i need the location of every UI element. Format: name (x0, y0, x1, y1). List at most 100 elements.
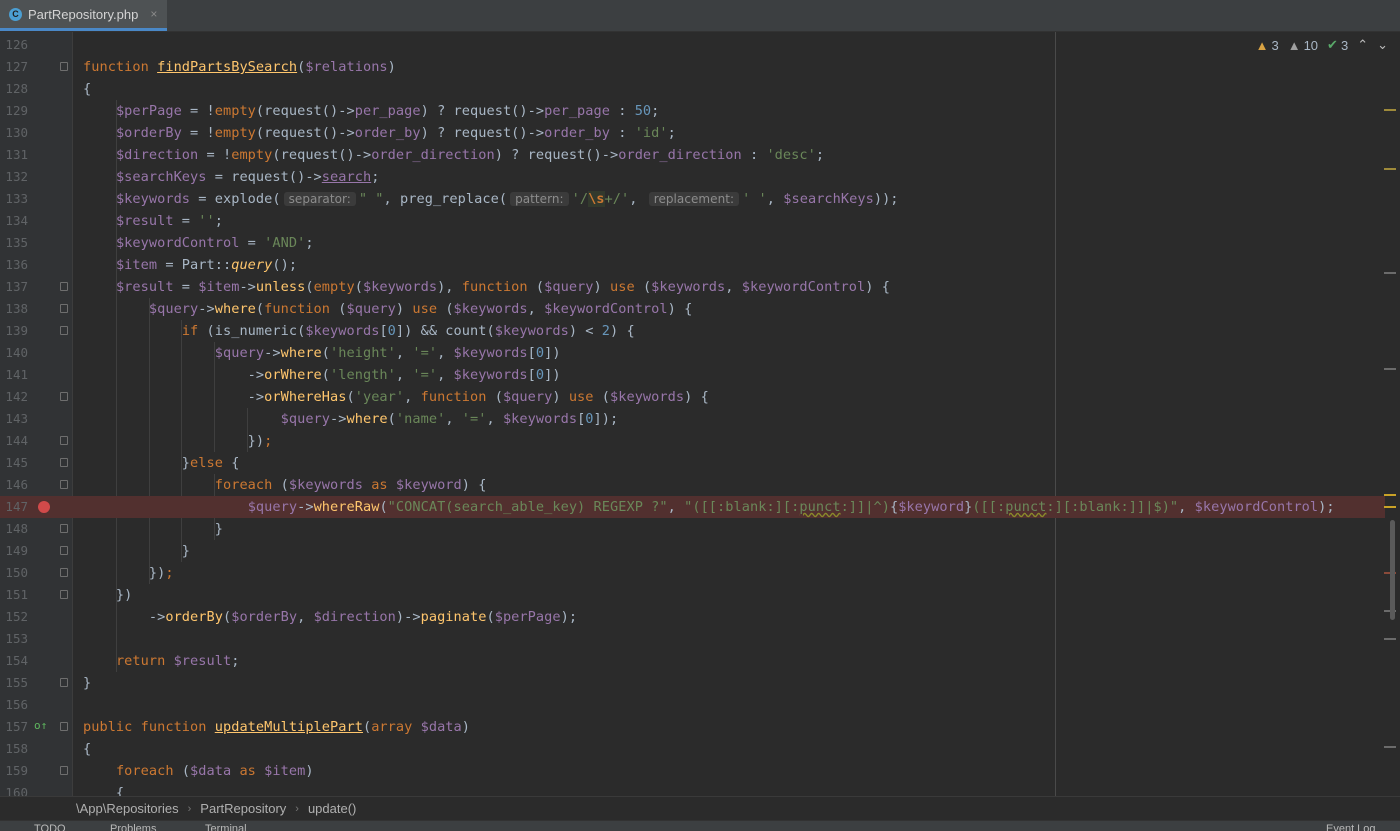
fold-marker-icon[interactable] (60, 590, 68, 599)
code-editor[interactable]: 126 127 function findPartsBySearch($relati… (0, 32, 1400, 796)
fold-marker-icon[interactable] (60, 282, 68, 291)
stripe-marker[interactable] (1384, 168, 1396, 170)
stripe-marker[interactable] (1384, 368, 1396, 370)
code-line[interactable]: 150 }); (0, 562, 1385, 584)
fold-marker-icon[interactable] (60, 436, 68, 445)
line-number[interactable]: 148 (0, 518, 28, 540)
line-number[interactable]: 140 (0, 342, 28, 364)
stripe-marker[interactable] (1384, 494, 1396, 496)
line-number[interactable]: 145 (0, 452, 28, 474)
line-number[interactable]: 141 (0, 364, 28, 386)
breadcrumb-class[interactable]: PartRepository (200, 801, 286, 816)
stripe-marker[interactable] (1384, 746, 1396, 748)
breakpoint-icon[interactable] (38, 501, 50, 513)
vertical-scrollbar[interactable] (1390, 520, 1395, 620)
code-line[interactable]: 148 } (0, 518, 1385, 540)
stripe-marker[interactable] (1384, 272, 1396, 274)
line-number[interactable]: 150 (0, 562, 28, 584)
line-number[interactable]: 153 (0, 628, 28, 650)
line-number[interactable]: 131 (0, 144, 28, 166)
line-number[interactable]: 139 (0, 320, 28, 342)
line-number[interactable]: 155 (0, 672, 28, 694)
error-stripe[interactable] (1384, 32, 1400, 796)
code-line[interactable]: 151 }) (0, 584, 1385, 606)
weak-warnings-count[interactable]: ▲ 10 (1288, 38, 1318, 53)
code-line[interactable]: 134 $result = ''; (0, 210, 1385, 232)
line-number[interactable]: 126 (0, 34, 28, 56)
line-number[interactable]: 142 (0, 386, 28, 408)
line-number[interactable]: 137 (0, 276, 28, 298)
breadcrumb-namespace[interactable]: \App\Repositories (76, 801, 179, 816)
line-number[interactable]: 151 (0, 584, 28, 606)
breadcrumb-method[interactable]: update() (308, 801, 356, 816)
close-icon[interactable]: × (150, 7, 157, 21)
previous-highlight-button[interactable]: ⌃ (1357, 37, 1368, 53)
fold-marker-icon[interactable] (60, 722, 68, 731)
code-line[interactable]: 127 function findPartsBySearch($relations… (0, 56, 1385, 78)
code-line[interactable]: 160 { (0, 782, 1385, 796)
fold-marker-icon[interactable] (60, 568, 68, 577)
code-line[interactable]: 136 $item = Part::query(); (0, 254, 1385, 276)
line-number[interactable]: 136 (0, 254, 28, 276)
warnings-count[interactable]: ▲ 3 (1256, 38, 1279, 53)
line-number[interactable]: 149 (0, 540, 28, 562)
code-line[interactable]: 129 $perPage = !empty(request()->per_pag… (0, 100, 1385, 122)
fold-marker-icon[interactable] (60, 304, 68, 313)
tab-part-repository[interactable]: C PartRepository.php × (0, 0, 167, 31)
line-number[interactable]: 127 (0, 56, 28, 78)
stripe-marker[interactable] (1384, 109, 1396, 111)
inspection-widget[interactable]: ▲ 3 ▲ 10 ✔ 3 ⌃ ⌄ (1256, 37, 1388, 53)
code-line[interactable]: 147 $query->whereRaw("CONCAT(search_able… (0, 496, 1385, 518)
fold-marker-icon[interactable] (60, 62, 68, 71)
code-line[interactable]: 157 o↑ public function updateMultiplePart(… (0, 716, 1385, 738)
code-line[interactable]: 159 foreach ($data as $item) (0, 760, 1385, 782)
stripe-marker[interactable] (1384, 638, 1396, 640)
code-line[interactable]: 144 }); (0, 430, 1385, 452)
code-line[interactable]: 138 $query->where(function ($query) use … (0, 298, 1385, 320)
code-line[interactable]: 153 (0, 628, 1385, 650)
line-number[interactable]: 129 (0, 100, 28, 122)
code-line[interactable]: 133 $keywords = explode(separator: " ", p… (0, 188, 1385, 210)
line-number[interactable]: 157 (0, 716, 28, 738)
line-number[interactable]: 132 (0, 166, 28, 188)
line-number[interactable]: 135 (0, 232, 28, 254)
line-number[interactable]: 160 (0, 782, 28, 796)
code-line[interactable]: 145 }else { (0, 452, 1385, 474)
line-number[interactable]: 152 (0, 606, 28, 628)
code-line[interactable]: 139 if (is_numeric($keywords[0]) && coun… (0, 320, 1385, 342)
code-line[interactable]: 140 $query->where('height', '=', $keywor… (0, 342, 1385, 364)
code-line[interactable]: 158 { (0, 738, 1385, 760)
code-line[interactable]: 137 $result = $item->unless(empty($keywo… (0, 276, 1385, 298)
code-line[interactable]: 141 ->orWhere('length', '=', $keywords[0… (0, 364, 1385, 386)
implements-method-icon[interactable]: o↑ (34, 719, 47, 733)
line-number[interactable]: 159 (0, 760, 28, 782)
line-number[interactable]: 156 (0, 694, 28, 716)
line-number[interactable]: 130 (0, 122, 28, 144)
line-number[interactable]: 133 (0, 188, 28, 210)
fold-marker-icon[interactable] (60, 766, 68, 775)
code-line[interactable]: 149 } (0, 540, 1385, 562)
fold-marker-icon[interactable] (60, 392, 68, 401)
code-line[interactable]: 132 $searchKeys = request()->search; (0, 166, 1385, 188)
code-line[interactable]: 130 $orderBy = !empty(request()->order_b… (0, 122, 1385, 144)
code-line[interactable]: 143 $query->where('name', '=', $keywords… (0, 408, 1385, 430)
fold-marker-icon[interactable] (60, 546, 68, 555)
code-line[interactable]: 155} (0, 672, 1385, 694)
fold-marker-icon[interactable] (60, 480, 68, 489)
code-line[interactable]: 128 { (0, 78, 1385, 100)
line-number[interactable]: 143 (0, 408, 28, 430)
line-number[interactable]: 154 (0, 650, 28, 672)
line-number[interactable]: 158 (0, 738, 28, 760)
code-line[interactable]: 154 return $result; (0, 650, 1385, 672)
ok-count[interactable]: ✔ 3 (1327, 37, 1348, 53)
line-number[interactable]: 144 (0, 430, 28, 452)
fold-marker-icon[interactable] (60, 678, 68, 687)
code-line[interactable]: 152 ->orderBy($orderBy, $direction)->pag… (0, 606, 1385, 628)
line-number[interactable]: 146 (0, 474, 28, 496)
fold-marker-icon[interactable] (60, 326, 68, 335)
code-line[interactable]: 135 $keywordControl = 'AND'; (0, 232, 1385, 254)
line-number[interactable]: 128 (0, 78, 28, 100)
code-line[interactable]: 156 (0, 694, 1385, 716)
stripe-marker[interactable] (1384, 506, 1396, 508)
fold-marker-icon[interactable] (60, 524, 68, 533)
